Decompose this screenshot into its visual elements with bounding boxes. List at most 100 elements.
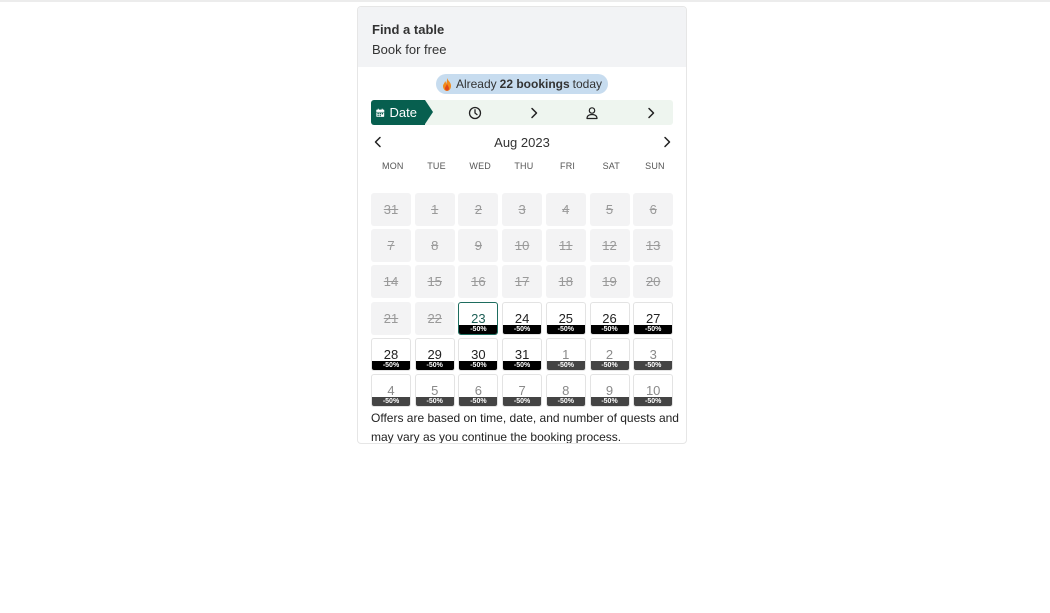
calendar-day[interactable]: 10 -50%	[633, 374, 674, 407]
calendar-day-disabled: 3	[502, 193, 543, 226]
calendar-day-disabled: 2	[458, 193, 499, 226]
calendar-day[interactable]: 29 -50%	[414, 337, 455, 371]
calendar-day-number: 17	[514, 274, 530, 290]
calendar-day[interactable]: 26 -50%	[589, 301, 630, 335]
calendar-day-disabled: 6	[633, 193, 674, 226]
calendar-day-number: 4	[562, 202, 570, 217]
badge-suffix: today	[572, 77, 603, 91]
clock-icon[interactable]	[468, 106, 482, 120]
calendar-day-number: 3	[518, 202, 526, 217]
calendar-day-number: 19	[602, 274, 617, 290]
calendar-day-number: 7	[387, 238, 395, 254]
calendar-day-disabled: 8	[414, 229, 455, 263]
calendar-day-number: 10	[645, 383, 661, 398]
calendar-day-number: 9	[474, 238, 482, 254]
calendar-day[interactable]: 4 -50%	[371, 374, 411, 407]
calendar-day-number: 25	[558, 310, 574, 326]
discount-label: -50%	[634, 324, 673, 334]
discount-label: -50%	[503, 397, 542, 406]
weekday-label: FRI	[560, 161, 576, 171]
discount-label: -50%	[459, 397, 498, 406]
discount-label: -50%	[415, 360, 454, 370]
calendar-day-disabled: 10	[502, 229, 543, 263]
calendar-day-number: 30	[471, 346, 486, 362]
calendar-day-number: 21	[383, 310, 399, 326]
calendar-day[interactable]: 1 -50%	[545, 337, 586, 371]
calendar-month: Aug 2023	[494, 135, 550, 150]
calendar-day-number: 18	[558, 274, 574, 290]
calendar-day-disabled: 22	[414, 301, 455, 335]
calendar-day-disabled: 18	[545, 265, 586, 299]
calendar-day[interactable]: 9 -50%	[589, 374, 630, 407]
calendar-day[interactable]: 7 -50%	[502, 374, 543, 407]
calendar-day-number: 2	[605, 346, 614, 362]
calendar-day-number: 7	[518, 383, 526, 398]
calendar-day-disabled: 12	[589, 229, 630, 263]
calendar-day[interactable]: 31 -50%	[502, 337, 543, 371]
step-date[interactable]: Date	[371, 100, 433, 125]
discount-label: -50%	[372, 397, 410, 406]
chevron-right-icon	[648, 107, 655, 119]
calendar-day-disabled: 16	[458, 265, 499, 299]
calendar-day-number: 22	[427, 310, 442, 326]
calendar-day-number: 10	[514, 238, 530, 254]
calendar-day[interactable]: 2 -50%	[589, 337, 630, 371]
discount-label: -50%	[634, 397, 673, 406]
calendar-day[interactable]: 3 -50%	[633, 337, 674, 371]
calendar-day-number: 6	[474, 383, 482, 398]
booking-widget: Find a table Book for free Already 22 bo…	[357, 6, 687, 444]
weekday-label: SAT	[602, 161, 620, 171]
weekday-label: SUN	[645, 161, 665, 171]
discount-label: -50%	[634, 360, 673, 370]
offers-note: Offers are based on time, date, and numb…	[371, 411, 679, 444]
widget-title: Find a table	[372, 22, 445, 37]
chevron-right-icon[interactable]	[660, 135, 674, 149]
calendar-day-disabled: 7	[371, 229, 411, 263]
badge-count: 22 bookings	[499, 77, 570, 91]
step-date-label: Date	[389, 105, 417, 120]
calendar-day[interactable]: 25 -50%	[545, 301, 586, 335]
calendar-day-number: 12	[602, 238, 617, 254]
calendar-day-number: 23	[471, 310, 486, 326]
calendar-day-number: 8	[562, 383, 570, 398]
calendar-day-disabled: 13	[633, 229, 674, 263]
calendar-day[interactable]: 27 -50%	[633, 301, 674, 335]
weekday-label: MON	[382, 161, 404, 171]
calendar-day[interactable]: 6 -50%	[458, 374, 499, 407]
weekday-header: MON TUE WED THU FRI SAT SUN	[371, 161, 686, 177]
discount-label: -50%	[459, 324, 498, 334]
discount-label: -50%	[590, 360, 629, 370]
calendar-day-disabled: 17	[502, 265, 543, 299]
discount-label: -50%	[546, 324, 585, 334]
calendar-day-disabled: 21	[371, 301, 411, 335]
calendar-day-disabled: 5	[589, 193, 630, 226]
calendar-day-disabled: 11	[545, 229, 586, 263]
top-divider	[0, 0, 1050, 2]
calendar-day[interactable]: 28 -50%	[371, 337, 411, 371]
calendar-day-number: 11	[559, 238, 573, 254]
calendar-day[interactable]: 8 -50%	[545, 374, 586, 407]
weekday-label: THU	[514, 161, 534, 171]
calendar-day-selected[interactable]: 23 -50%	[458, 301, 499, 335]
calendar-day[interactable]: 30 -50%	[458, 337, 499, 371]
calendar-day-number: 1	[562, 346, 570, 362]
discount-label: -50%	[372, 360, 410, 370]
calendar-day-disabled: 15	[414, 265, 455, 299]
calendar-day-number: 27	[645, 310, 661, 326]
calendar-day-disabled: 20	[633, 265, 674, 299]
discount-label: -50%	[546, 360, 585, 370]
flame-icon	[442, 77, 451, 91]
calendar-day-number: 29	[427, 346, 442, 362]
calendar-day-number: 5	[431, 383, 439, 398]
calendar-day[interactable]: 5 -50%	[414, 374, 455, 407]
calendar-day-number: 9	[605, 383, 614, 398]
calendar-icon	[376, 108, 385, 117]
person-icon[interactable]	[585, 106, 599, 120]
calendar-day-number: 3	[649, 346, 657, 362]
calendar-day[interactable]: 24 -50%	[502, 301, 543, 335]
calendar-day-number: 26	[602, 310, 617, 326]
calendar-day-number: 1	[431, 202, 439, 217]
calendar-day-disabled: 14	[371, 265, 411, 299]
discount-label: -50%	[546, 397, 585, 406]
discount-label: -50%	[590, 397, 629, 406]
